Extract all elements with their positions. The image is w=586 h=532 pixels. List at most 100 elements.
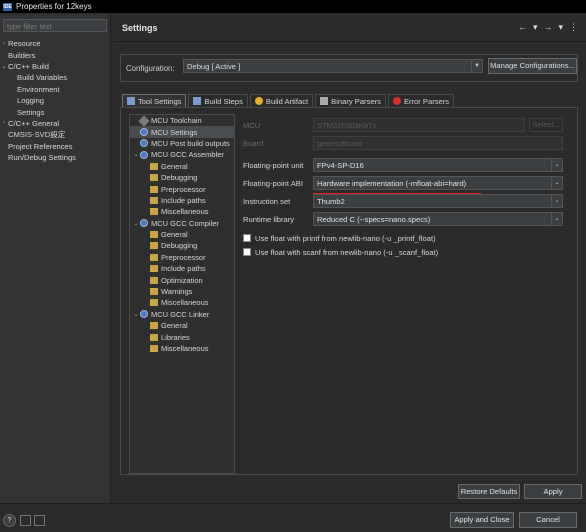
page-title: Settings	[122, 22, 158, 33]
tab-label: Build Steps	[204, 96, 243, 106]
chevron-down-icon[interactable]: ⌄	[551, 213, 562, 225]
tree-item-asm-miscellaneous[interactable]: Miscellaneous	[130, 206, 234, 217]
tree-item-mcu-gcc-linker[interactable]: ⌄ MCU GCC Linker	[130, 309, 234, 320]
tree-item-cc-general[interactable]: General	[130, 229, 234, 240]
chevron-down-icon[interactable]: ▼	[471, 60, 482, 72]
sidebar-item-label: Settings	[17, 107, 45, 117]
tab-build-artifact[interactable]: Build Artifact	[249, 94, 314, 107]
chevron-down-icon[interactable]: ⌄	[551, 159, 562, 171]
tree-item-cc-miscellaneous[interactable]: Miscellaneous	[130, 297, 234, 308]
restore-defaults-button[interactable]: Restore Defaults	[458, 484, 520, 499]
cancel-button[interactable]: Cancel	[519, 512, 577, 528]
sidebar-item-environment[interactable]: Environment	[0, 84, 110, 95]
export-icon[interactable]	[34, 515, 45, 526]
page-header: Settings ← ▾ → ▾ ⋮	[114, 14, 586, 42]
instruction-set-value: Thumb2	[317, 197, 345, 206]
tree-item-cc-optimization[interactable]: Optimization	[130, 274, 234, 285]
runtime-select[interactable]: Reduced C (--specs=nano.specs) ⌄	[313, 212, 563, 226]
tree-item-label: MCU GCC Compiler	[151, 218, 219, 228]
scanf-float-checkbox[interactable]	[243, 248, 251, 256]
folder-icon	[150, 162, 158, 170]
tree-item-cc-preprocessor[interactable]: Preprocessor	[130, 252, 234, 263]
printf-float-checkbox[interactable]	[243, 234, 251, 242]
sidebar-item-cmsis-svd[interactable]: CMSIS-SVD設定	[0, 129, 110, 140]
sidebar-item-label: Run/Debug Settings	[8, 153, 76, 163]
sidebar-item-label: Logging	[17, 96, 45, 106]
tree-item-asm-preprocessor[interactable]: Preprocessor	[130, 183, 234, 194]
sidebar-item-logging[interactable]: Logging	[0, 95, 110, 106]
board-field: genericBoard	[313, 136, 563, 150]
tree-item-ld-miscellaneous[interactable]: Miscellaneous	[130, 343, 234, 354]
tree-item-label: MCU Settings	[151, 127, 198, 137]
fpu-select[interactable]: FPv4-SP-D16 ⌄	[313, 158, 563, 172]
gear-icon	[140, 139, 148, 148]
chevron-down-icon[interactable]: ⌄	[551, 195, 562, 207]
back-icon[interactable]: ←	[518, 22, 527, 33]
sidebar-item-label: Project References	[8, 141, 73, 151]
scanf-float-label: Use float with scanf from newlib-nano (-…	[255, 247, 439, 257]
apply-button[interactable]: Apply	[524, 484, 582, 499]
tool-settings-icon	[127, 97, 135, 105]
forward-menu-icon[interactable]: ▾	[558, 22, 563, 33]
sidebar-item-project-references[interactable]: Project References	[0, 141, 110, 152]
sidebar-item-cpp-general[interactable]: › C/C++ General	[0, 118, 110, 129]
apply-and-close-button[interactable]: Apply and Close	[450, 512, 514, 528]
sidebar-item-run-debug-settings[interactable]: Run/Debug Settings	[0, 152, 110, 163]
chevron-right-icon[interactable]: ›	[0, 41, 8, 47]
sidebar-item-resource[interactable]: › Resource	[0, 38, 110, 49]
tab-tool-settings[interactable]: Tool Settings	[122, 94, 187, 107]
tree-item-ld-general[interactable]: General	[130, 320, 234, 331]
tree-item-label: Debugging	[161, 173, 198, 183]
chevron-down-icon[interactable]: ⌄	[551, 177, 562, 189]
import-icon[interactable]	[20, 515, 31, 526]
tree-item-asm-debugging[interactable]: Debugging	[130, 172, 234, 183]
printf-float-option[interactable]: Use float with printf from newlib-nano (…	[243, 232, 573, 244]
folder-icon	[150, 345, 158, 352]
folder-icon	[150, 322, 158, 330]
instruction-set-select[interactable]: Thumb2 ⌄	[313, 194, 563, 208]
configuration-select[interactable]: Debug [ Active ] ▼	[183, 59, 483, 73]
help-icon[interactable]: ?	[3, 514, 16, 527]
tree-item-mcu-settings[interactable]: MCU Settings	[130, 126, 234, 138]
sidebar-item-label: Resource	[8, 39, 41, 49]
tool-icon	[138, 115, 150, 127]
sidebar-item-settings[interactable]: Settings	[0, 106, 110, 117]
error-icon	[392, 97, 401, 105]
sidebar-item-builders[interactable]: Builders	[0, 49, 110, 60]
abi-select[interactable]: Hardware implementation (-mfloat-abi=har…	[313, 176, 563, 190]
more-menu-icon[interactable]: ⋮	[569, 22, 578, 33]
tab-binary-parsers[interactable]: Binary Parsers	[315, 94, 386, 107]
tab-build-steps[interactable]: Build Steps	[188, 94, 248, 107]
tree-item-mcu-gcc-assembler[interactable]: ⌄ MCU GCC Assembler	[130, 149, 234, 160]
filter-input[interactable]: type filter text	[3, 19, 107, 32]
manage-configurations-button[interactable]: Manage Configurations...	[488, 58, 577, 74]
tab-label: Build Artifact	[265, 96, 309, 106]
fpu-value: FPv4-SP-D16	[317, 161, 364, 170]
chevron-right-icon[interactable]: ›	[0, 120, 8, 126]
tree-item-cc-debugging[interactable]: Debugging	[130, 240, 234, 251]
scanf-float-option[interactable]: Use float with scanf from newlib-nano (-…	[243, 246, 573, 258]
sidebar-item-cpp-build[interactable]: ⌄ C/C++ Build	[0, 61, 110, 72]
tree-item-mcu-toolchain[interactable]: MCU Toolchain	[130, 115, 234, 127]
forward-icon[interactable]: →	[543, 22, 552, 33]
tree-item-label: MCU GCC Assembler	[151, 150, 224, 160]
tree-item-asm-include-paths[interactable]: Include paths	[130, 195, 234, 206]
settings-page: Settings ← ▾ → ▾ ⋮ Configuration: Debug …	[114, 14, 586, 503]
chevron-down-icon[interactable]: ⌄	[132, 220, 140, 227]
tree-item-mcu-post-build-outputs[interactable]: MCU Post build outputs	[130, 138, 234, 149]
tree-item-ld-libraries[interactable]: Libraries	[130, 331, 234, 342]
settings-tabs: Tool Settings Build Steps Build Artifact…	[122, 94, 456, 107]
sidebar-item-build-variables[interactable]: Build Variables	[0, 72, 110, 83]
folder-icon	[150, 174, 158, 182]
chevron-down-icon[interactable]: ⌄	[132, 151, 140, 158]
tree-item-cc-warnings[interactable]: Warnings	[130, 286, 234, 297]
build-artifact-icon	[254, 97, 263, 105]
chevron-down-icon[interactable]: ⌄	[0, 63, 8, 70]
tab-error-parsers[interactable]: Error Parsers	[387, 94, 455, 107]
tree-item-mcu-gcc-compiler[interactable]: ⌄ MCU GCC Compiler	[130, 218, 234, 229]
tree-item-cc-include-paths[interactable]: Include paths	[130, 263, 234, 274]
tree-item-asm-general[interactable]: General	[130, 161, 234, 172]
back-menu-icon[interactable]: ▾	[533, 22, 538, 33]
tree-item-label: Miscellaneous	[161, 344, 209, 353]
chevron-down-icon[interactable]: ⌄	[132, 311, 140, 318]
